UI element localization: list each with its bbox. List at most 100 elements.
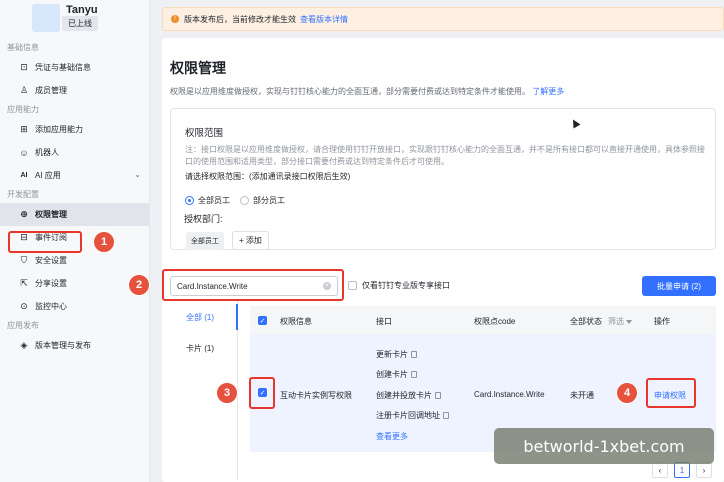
annotation-box-4 <box>646 378 696 408</box>
add-dept-button[interactable]: + 添加 <box>232 231 269 250</box>
lock-icon: ⊕ <box>20 209 28 219</box>
pager-page-button[interactable]: 1 <box>674 462 690 478</box>
row-code: Card.Instance.Write <box>474 390 545 399</box>
notice-link[interactable]: 查看版本详情 <box>300 14 348 25</box>
row-info: 互动卡片实例写权限 <box>280 391 352 400</box>
permission-scope-panel: 权限范围 注：接口权限是以应用维度做授权，请合理使用钉钉开放接口，实现跟钉钉核心… <box>170 108 716 250</box>
sidebar-item-label: 凭证与基础信息 <box>35 63 91 72</box>
notice-text: 版本发布后，当前修改才能生效 <box>184 14 296 24</box>
shield-icon: ⛉ <box>20 255 28 265</box>
header-action: 操作 <box>654 317 670 326</box>
select-all-checkbox[interactable]: ✓ <box>258 316 267 325</box>
sidebar-item-share[interactable]: ⇱ 分享设置 <box>0 272 149 295</box>
sidebar-item-label: 安全设置 <box>35 256 67 265</box>
sidebar-item-add-capability[interactable]: ⊞ 添加应用能力 <box>0 118 149 141</box>
sidebar-item-label: 添加应用能力 <box>35 125 83 134</box>
filter-icon <box>626 320 632 324</box>
scope-note: 注：接口权限是以应用维度做授权，请合理使用钉钉开放接口，实现跟钉钉核心能力的全面… <box>185 145 705 166</box>
app-logo <box>32 4 60 32</box>
share-icon: ⇱ <box>20 278 28 288</box>
app-status-badge: 已上线 <box>62 16 98 31</box>
annotation-badge-4: 4 <box>616 382 638 404</box>
section-title-basic: 基础信息 <box>7 43 39 52</box>
page-title: 权限管理 <box>170 60 226 76</box>
scope-select-label: 请选择权限范围：(添加通讯录接口权限后生效) <box>185 172 351 181</box>
header-interface: 接口 <box>376 317 392 326</box>
pro-only-checkbox[interactable] <box>348 281 357 290</box>
header-status: 全部状态 <box>570 317 602 326</box>
warning-icon: ! <box>171 15 179 23</box>
watermark: betworld-1xbet.com <box>494 428 714 464</box>
sidebar-item-robot[interactable]: ☺ 机器人 <box>0 141 149 164</box>
radio-label: 全部员工 <box>198 196 230 205</box>
header-info: 权限信息 <box>280 317 312 326</box>
interface-label: 更新卡片 <box>376 350 408 359</box>
chevron-down-icon[interactable]: ⌄ <box>134 170 141 179</box>
pager-next-button[interactable]: › <box>696 462 712 478</box>
annotation-badge-3: 3 <box>216 382 238 404</box>
app-header: Tanyu 已上线 <box>0 0 149 40</box>
interface-label: 注册卡片回调地址 <box>376 411 440 420</box>
sidebar-item-monitor[interactable]: ⊙ 监控中心 <box>0 295 149 318</box>
document-icon[interactable] <box>443 412 449 419</box>
sidebar-item-permissions[interactable]: ⊕ 权限管理 <box>0 203 149 226</box>
dept-label: 授权部门: <box>184 214 223 224</box>
version-icon: ◈ <box>20 340 28 350</box>
row-status: 未开通 <box>570 391 594 400</box>
sidebar-item-label: 版本管理与发布 <box>35 341 91 350</box>
section-title-release: 应用发布 <box>7 321 39 330</box>
status-filter-label: 筛选 <box>608 317 624 326</box>
sidebar-item-members[interactable]: ♙ 成员管理 <box>0 79 149 102</box>
document-icon[interactable] <box>435 392 441 399</box>
header-code: 权限点code <box>474 317 516 326</box>
robot-icon: ☺ <box>19 147 29 158</box>
category-card[interactable]: 卡片 (1) <box>186 343 214 354</box>
sidebar-item-ai-app[interactable]: AI AI 应用 ⌄ <box>0 164 149 187</box>
interface-label: 创建卡片 <box>376 370 408 379</box>
annotation-box-1 <box>8 231 82 253</box>
user-icon: ♙ <box>19 85 29 95</box>
radio-dot <box>240 196 249 205</box>
annotation-box-2 <box>162 269 344 301</box>
sidebar-item-label: 成员管理 <box>35 86 67 95</box>
view-more-link[interactable]: 查看更多 <box>376 431 408 442</box>
pager-prev-button[interactable]: ‹ <box>652 462 668 478</box>
annotation-box-3 <box>249 377 275 409</box>
page-desc-text: 权限是以应用维度做授权，实现与钉钉核心能力的全面互通，部分需要付费或达到特定条件… <box>170 87 530 96</box>
category-active-indicator <box>236 304 238 330</box>
category-all[interactable]: 全部 (1) <box>186 312 214 323</box>
pro-only-filter[interactable]: 仅看钉钉专业版专享接口 <box>348 280 450 291</box>
interface-label: 创建并投放卡片 <box>376 391 432 400</box>
release-notice: ! 版本发布后，当前修改才能生效 查看版本详情 <box>162 7 724 31</box>
key-icon: ⊡ <box>20 62 28 72</box>
table-header: ✓ 权限信息 接口 权限点code 全部状态 筛选 操作 <box>250 306 716 334</box>
dept-tag: 全部员工 <box>186 232 224 250</box>
monitor-icon: ⊙ <box>20 301 28 311</box>
radio-dot <box>185 196 194 205</box>
scope-title: 权限范围 <box>185 128 224 139</box>
interface-create-card: 创建卡片 <box>376 369 417 380</box>
learn-more-link[interactable]: 了解更多 <box>532 87 564 96</box>
ai-icon: AI <box>20 172 28 179</box>
batch-apply-button[interactable]: 批量申请 (2) <box>642 276 716 296</box>
sidebar-item-label: 机器人 <box>35 148 59 157</box>
annotation-badge-1: 1 <box>93 231 115 253</box>
sidebar-item-credentials[interactable]: ⊡ 凭证与基础信息 <box>0 56 149 79</box>
grid-icon: ⊞ <box>20 124 28 134</box>
interface-create-deliver-card: 创建并投放卡片 <box>376 390 441 401</box>
sidebar-item-label: 分享设置 <box>35 279 67 288</box>
status-filter[interactable]: 筛选 <box>608 316 632 327</box>
radio-part-staff[interactable]: 部分员工 <box>240 195 285 206</box>
page-description: 权限是以应用维度做授权，实现与钉钉核心能力的全面互通，部分需要付费或达到特定条件… <box>170 86 564 97</box>
radio-all-staff[interactable]: 全部员工 <box>185 195 230 206</box>
section-title-capability: 应用能力 <box>7 105 39 114</box>
sidebar-item-version[interactable]: ◈ 版本管理与发布 <box>0 334 149 357</box>
interface-register-callback: 注册卡片回调地址 <box>376 410 449 421</box>
pro-only-label: 仅看钉钉专业版专享接口 <box>362 281 450 290</box>
sidebar-item-label: 监控中心 <box>35 302 67 311</box>
sidebar-item-label: 权限管理 <box>35 210 67 219</box>
document-icon[interactable] <box>411 371 417 378</box>
document-icon[interactable] <box>411 351 417 358</box>
sidebar-item-label: AI 应用 <box>35 171 61 180</box>
section-title-dev: 开发配置 <box>7 190 39 199</box>
